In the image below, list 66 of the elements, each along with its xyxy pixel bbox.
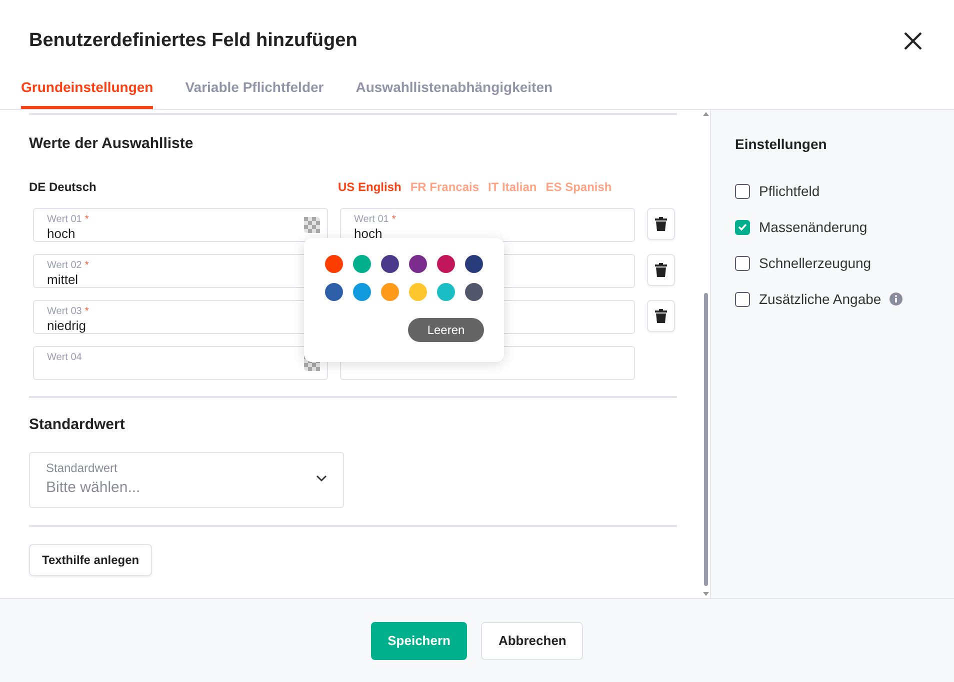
- color-picker-icon[interactable]: [304, 217, 320, 233]
- field-label: Wert 01: [354, 214, 389, 225]
- checkbox[interactable]: [735, 292, 750, 306]
- tab[interactable]: Auswahllistenabhängigkeiten: [356, 79, 553, 109]
- color-swatch[interactable]: [437, 255, 455, 273]
- color-swatch[interactable]: [409, 255, 427, 273]
- checkbox-label: Zusätzliche Angabe: [759, 291, 882, 307]
- color-swatch[interactable]: [325, 283, 343, 301]
- color-swatch[interactable]: [325, 255, 343, 273]
- checkbox-label: Schnellerzeugung: [759, 255, 872, 271]
- chevron-down-icon: [316, 475, 327, 482]
- close-icon[interactable]: [902, 30, 924, 52]
- required-mark: *: [84, 260, 89, 271]
- scrollbar[interactable]: [702, 110, 710, 598]
- check-icon: [738, 223, 747, 231]
- input-field[interactable]: Wert 01 * hoch: [33, 208, 328, 242]
- checkbox[interactable]: [735, 184, 750, 198]
- input-field[interactable]: Wert 04: [33, 346, 328, 380]
- language-tab[interactable]: IT Italian: [488, 180, 537, 194]
- required-mark: *: [84, 306, 89, 317]
- color-swatch[interactable]: [353, 255, 371, 273]
- language-label: DE Deutsch: [29, 180, 98, 194]
- checkbox[interactable]: [735, 256, 750, 270]
- color-swatch[interactable]: [381, 283, 399, 301]
- section-heading: Werte der Auswahlliste: [29, 135, 194, 152]
- language-tab[interactable]: ES Spanish: [546, 180, 612, 194]
- color-swatch[interactable]: [409, 283, 427, 301]
- color-swatch[interactable]: [437, 283, 455, 301]
- checkbox[interactable]: [735, 220, 750, 234]
- panel-heading: Einstellungen: [735, 136, 828, 152]
- field-label: Wert 03: [47, 306, 82, 317]
- delete-button[interactable]: [647, 208, 675, 240]
- dialog-title: Benutzerdefiniertes Feld hinzufügen: [29, 30, 358, 52]
- delete-button[interactable]: [647, 254, 675, 286]
- trash-icon: [655, 263, 667, 277]
- help-text-button[interactable]: Texthilfe anlegen: [29, 544, 152, 576]
- field-value: hoch: [354, 227, 384, 240]
- required-mark: *: [84, 214, 89, 225]
- select-field[interactable]: Standardwert Bitte wählen...: [29, 452, 344, 508]
- field-value: niedrig: [47, 319, 88, 332]
- color-swatch[interactable]: [353, 283, 371, 301]
- trash-icon: [655, 217, 667, 231]
- field-label: Wert 04: [47, 352, 82, 363]
- input-field[interactable]: Wert 01 * hoch: [340, 208, 635, 242]
- cancel-button[interactable]: Abbrechen: [481, 622, 584, 660]
- section-heading: Standardwert: [29, 416, 126, 433]
- delete-button[interactable]: [647, 300, 675, 332]
- placeholder: Bitte wählen...: [46, 479, 142, 496]
- clear-button[interactable]: Leeren: [408, 318, 484, 342]
- save-button[interactable]: Speichern: [370, 622, 468, 660]
- checkbox-label: Massenänderung: [759, 219, 868, 235]
- language-tab[interactable]: US English: [338, 180, 402, 194]
- color-swatch[interactable]: [381, 255, 399, 273]
- tab[interactable]: Variable Pflichtfelder: [185, 79, 324, 109]
- field-value: hoch: [47, 227, 76, 240]
- color-swatch[interactable]: [465, 283, 483, 301]
- checkbox-label: Pflichtfeld: [759, 183, 820, 199]
- tab[interactable]: Grundeinstellungen: [21, 79, 154, 109]
- required-mark: *: [392, 214, 396, 225]
- trash-icon: [655, 309, 667, 323]
- field-label: Wert 02: [47, 260, 82, 271]
- field-value: mittel: [47, 273, 80, 286]
- language-tab[interactable]: FR Francais: [410, 180, 480, 194]
- color-swatch[interactable]: [465, 255, 483, 273]
- field-label: Standardwert: [46, 461, 118, 475]
- field-label: Wert 01: [47, 214, 82, 225]
